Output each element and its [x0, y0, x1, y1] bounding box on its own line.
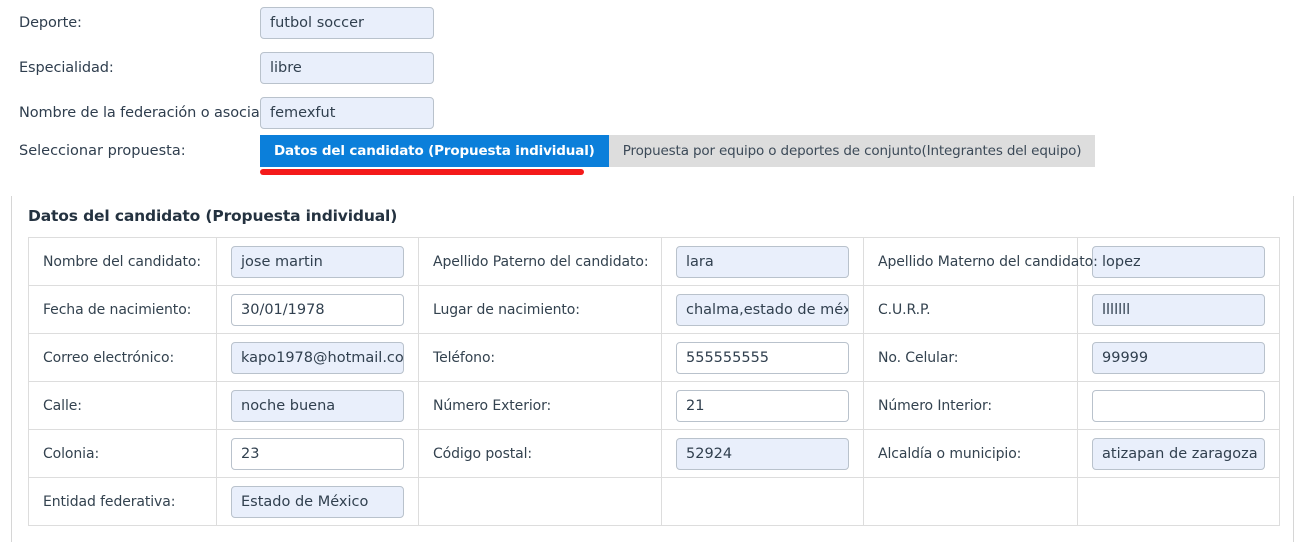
input-colonia[interactable]: 23 — [231, 437, 404, 470]
input-nombre-del-candidato[interactable]: jose martin — [231, 245, 404, 278]
label-deporte: Deporte: — [19, 14, 82, 31]
form-row-federacion: Nombre de la federación o asociación: fe… — [0, 90, 1306, 135]
table-row: Fecha de nacimiento: 30/01/1978 Lugar de… — [28, 285, 1280, 334]
input-numero-exterior[interactable]: 21 — [676, 389, 849, 422]
label-calle: Calle: — [28, 381, 217, 430]
label-alcaldia-o-municipio: Alcaldía o municipio: — [863, 429, 1078, 478]
input-numero-interior[interactable] — [1092, 389, 1265, 422]
form-row-especialidad: Especialidad: libre — [0, 45, 1306, 90]
form-row-seleccionar-propuesta: Seleccionar propuesta: Datos del candida… — [0, 135, 1306, 183]
top-form: Deporte: futbol soccer Especialidad: lib… — [0, 0, 1306, 183]
candidate-data-table: Nombre del candidato: jose martin Apelli… — [28, 237, 1280, 526]
label-numero-interior: Número Interior: — [863, 381, 1078, 430]
cell-nombre-del-candidato: jose martin — [216, 237, 419, 286]
label-especialidad: Especialidad: — [19, 59, 114, 76]
input-no-celular[interactable]: 99999 — [1092, 341, 1265, 374]
tab-propuesta-por-equipo[interactable]: Propuesta por equipo o deportes de conju… — [608, 135, 1096, 167]
empty-cell — [863, 477, 1078, 526]
cell-apellido-materno: lopez — [1077, 237, 1280, 286]
input-correo-electronico[interactable]: kapo1978@hotmail.com — [231, 341, 404, 374]
label-colonia: Colonia: — [28, 429, 217, 478]
active-tab-highlight-underline — [260, 169, 584, 175]
label-entidad-federativa: Entidad federativa: — [28, 477, 217, 526]
label-correo-electronico: Correo electrónico: — [28, 333, 217, 382]
input-federacion[interactable]: femexfut — [260, 96, 434, 129]
label-codigo-postal: Código postal: — [418, 429, 662, 478]
empty-cell — [661, 477, 864, 526]
cell-numero-interior — [1077, 381, 1280, 430]
label-seleccionar-propuesta: Seleccionar propuesta: — [19, 143, 186, 159]
label-curp: C.U.R.P. — [863, 285, 1078, 334]
empty-cell — [418, 477, 662, 526]
table-row: Nombre del candidato: jose martin Apelli… — [28, 237, 1280, 286]
table-row: Correo electrónico: kapo1978@hotmail.com… — [28, 333, 1280, 382]
input-deporte[interactable]: futbol soccer — [260, 6, 434, 39]
cell-alcaldia-o-municipio: atizapan de zaragoza — [1077, 429, 1280, 478]
input-entidad-federativa[interactable]: Estado de México — [231, 485, 404, 518]
panel-title: Datos del candidato (Propuesta individua… — [28, 207, 398, 225]
cell-curp: lllllll — [1077, 285, 1280, 334]
cell-colonia: 23 — [216, 429, 419, 478]
input-especialidad[interactable]: libre — [260, 51, 434, 84]
cell-no-celular: 99999 — [1077, 333, 1280, 382]
cell-numero-exterior: 21 — [661, 381, 864, 430]
label-numero-exterior: Número Exterior: — [418, 381, 662, 430]
cell-codigo-postal: 52924 — [661, 429, 864, 478]
input-calle[interactable]: noche buena — [231, 389, 404, 422]
label-federacion: Nombre de la federación o asociación: — [19, 104, 295, 121]
cell-entidad-federativa: Estado de México — [216, 477, 419, 526]
label-nombre-del-candidato: Nombre del candidato: — [28, 237, 217, 286]
cell-lugar-de-nacimiento: chalma,estado de méxic — [661, 285, 864, 334]
table-row: Entidad federativa: Estado de México — [28, 477, 1280, 526]
table-row: Colonia: 23 Código postal: 52924 Alcaldí… — [28, 429, 1280, 478]
cell-calle: noche buena — [216, 381, 419, 430]
input-alcaldia-o-municipio[interactable]: atizapan de zaragoza — [1092, 437, 1265, 470]
label-apellido-paterno: Apellido Paterno del candidato: — [418, 237, 662, 286]
input-codigo-postal[interactable]: 52924 — [676, 437, 849, 470]
cell-apellido-paterno: lara — [661, 237, 864, 286]
tab-datos-del-candidato[interactable]: Datos del candidato (Propuesta individua… — [260, 135, 609, 167]
table-row: Calle: noche buena Número Exterior: 21 N… — [28, 381, 1280, 430]
label-fecha-de-nacimiento: Fecha de nacimiento: — [28, 285, 217, 334]
input-fecha-de-nacimiento[interactable]: 30/01/1978 — [231, 293, 404, 326]
input-apellido-paterno[interactable]: lara — [676, 245, 849, 278]
propuesta-tab-group: Datos del candidato (Propuesta individua… — [260, 135, 1096, 175]
label-no-celular: No. Celular: — [863, 333, 1078, 382]
input-lugar-de-nacimiento[interactable]: chalma,estado de méxic — [676, 293, 849, 326]
cell-fecha-de-nacimiento: 30/01/1978 — [216, 285, 419, 334]
cell-telefono: 555555555 — [661, 333, 864, 382]
empty-cell — [1077, 477, 1280, 526]
label-apellido-materno: Apellido Materno del candidato: — [863, 237, 1098, 286]
cell-correo-electronico: kapo1978@hotmail.com — [216, 333, 419, 382]
label-lugar-de-nacimiento: Lugar de nacimiento: — [418, 285, 662, 334]
input-curp[interactable]: lllllll — [1092, 293, 1265, 326]
label-telefono: Teléfono: — [418, 333, 662, 382]
input-telefono[interactable]: 555555555 — [676, 341, 849, 374]
form-row-deporte: Deporte: futbol soccer — [0, 0, 1306, 45]
input-apellido-materno[interactable]: lopez — [1092, 245, 1265, 278]
candidate-data-panel: Datos del candidato (Propuesta individua… — [11, 196, 1294, 542]
